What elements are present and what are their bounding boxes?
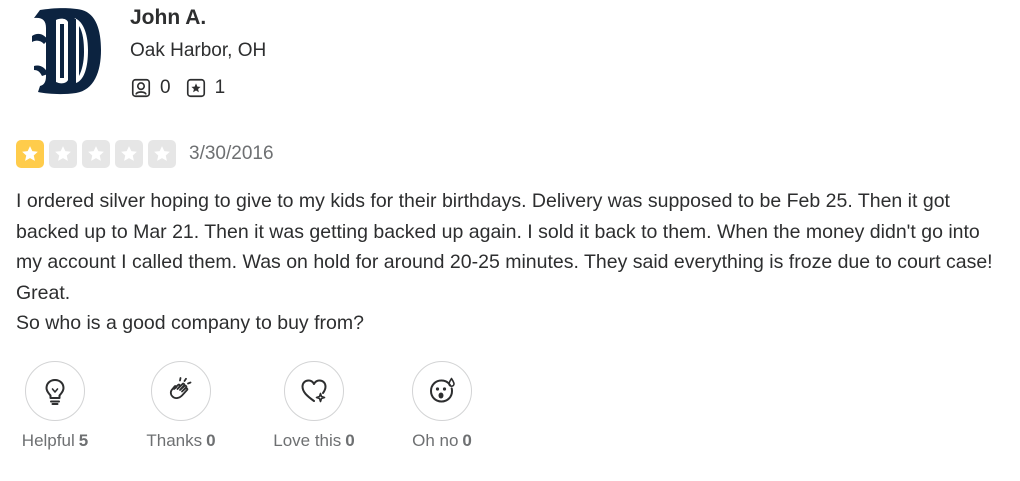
love-this-label: Love this 0 (273, 431, 355, 450)
oh-no-count: 0 (462, 431, 472, 450)
lightbulb-icon (45, 379, 65, 405)
star-empty-icon (49, 140, 77, 168)
review-paragraph: So who is a good company to buy from? (16, 312, 364, 334)
review-text: I ordered silver hoping to give to my ki… (16, 186, 1006, 339)
review-star-icon (186, 78, 205, 98)
surprised-face-icon (429, 377, 455, 403)
oh-no-button[interactable] (412, 361, 472, 421)
friends-stat: 0 (130, 77, 171, 99)
user-stats: 0 1 (130, 77, 239, 99)
user-name[interactable]: John A. (130, 6, 206, 30)
heart-icon (301, 379, 327, 403)
reaction-helpful[interactable]: Helpful 5 (16, 361, 94, 451)
friends-icon (131, 78, 151, 98)
user-avatar[interactable] (30, 6, 102, 96)
reviews-stat: 1 (185, 77, 226, 99)
thanks-count: 0 (206, 431, 216, 450)
helpful-button[interactable] (25, 361, 85, 421)
user-location: Oak Harbor, OH (130, 40, 267, 61)
review-date: 3/30/2016 (189, 143, 274, 164)
reaction-thanks[interactable]: Thanks 0 (141, 361, 221, 451)
star-empty-icon (148, 140, 176, 168)
love-this-count: 0 (345, 431, 355, 450)
reaction-love-this[interactable]: Love this 0 (266, 361, 362, 451)
thanks-button[interactable] (151, 361, 211, 421)
reaction-oh-no[interactable]: Oh no 0 (405, 361, 479, 451)
friends-count: 0 (160, 77, 171, 98)
avatar-d-logo (32, 8, 101, 95)
love-this-button[interactable] (284, 361, 344, 421)
helpful-count: 5 (78, 431, 89, 450)
clapping-hands-icon (169, 377, 192, 399)
reviews-count: 1 (214, 77, 226, 98)
star-empty-icon (82, 140, 110, 168)
oh-no-label: Oh no 0 (412, 431, 472, 450)
thanks-label: Thanks 0 (146, 431, 216, 450)
star-empty-icon (115, 140, 143, 168)
star-filled-icon (16, 140, 44, 168)
star-rating (16, 140, 181, 168)
review-paragraph: I ordered silver hoping to give to my ki… (16, 190, 993, 304)
helpful-label: Helpful 5 (21, 431, 89, 450)
